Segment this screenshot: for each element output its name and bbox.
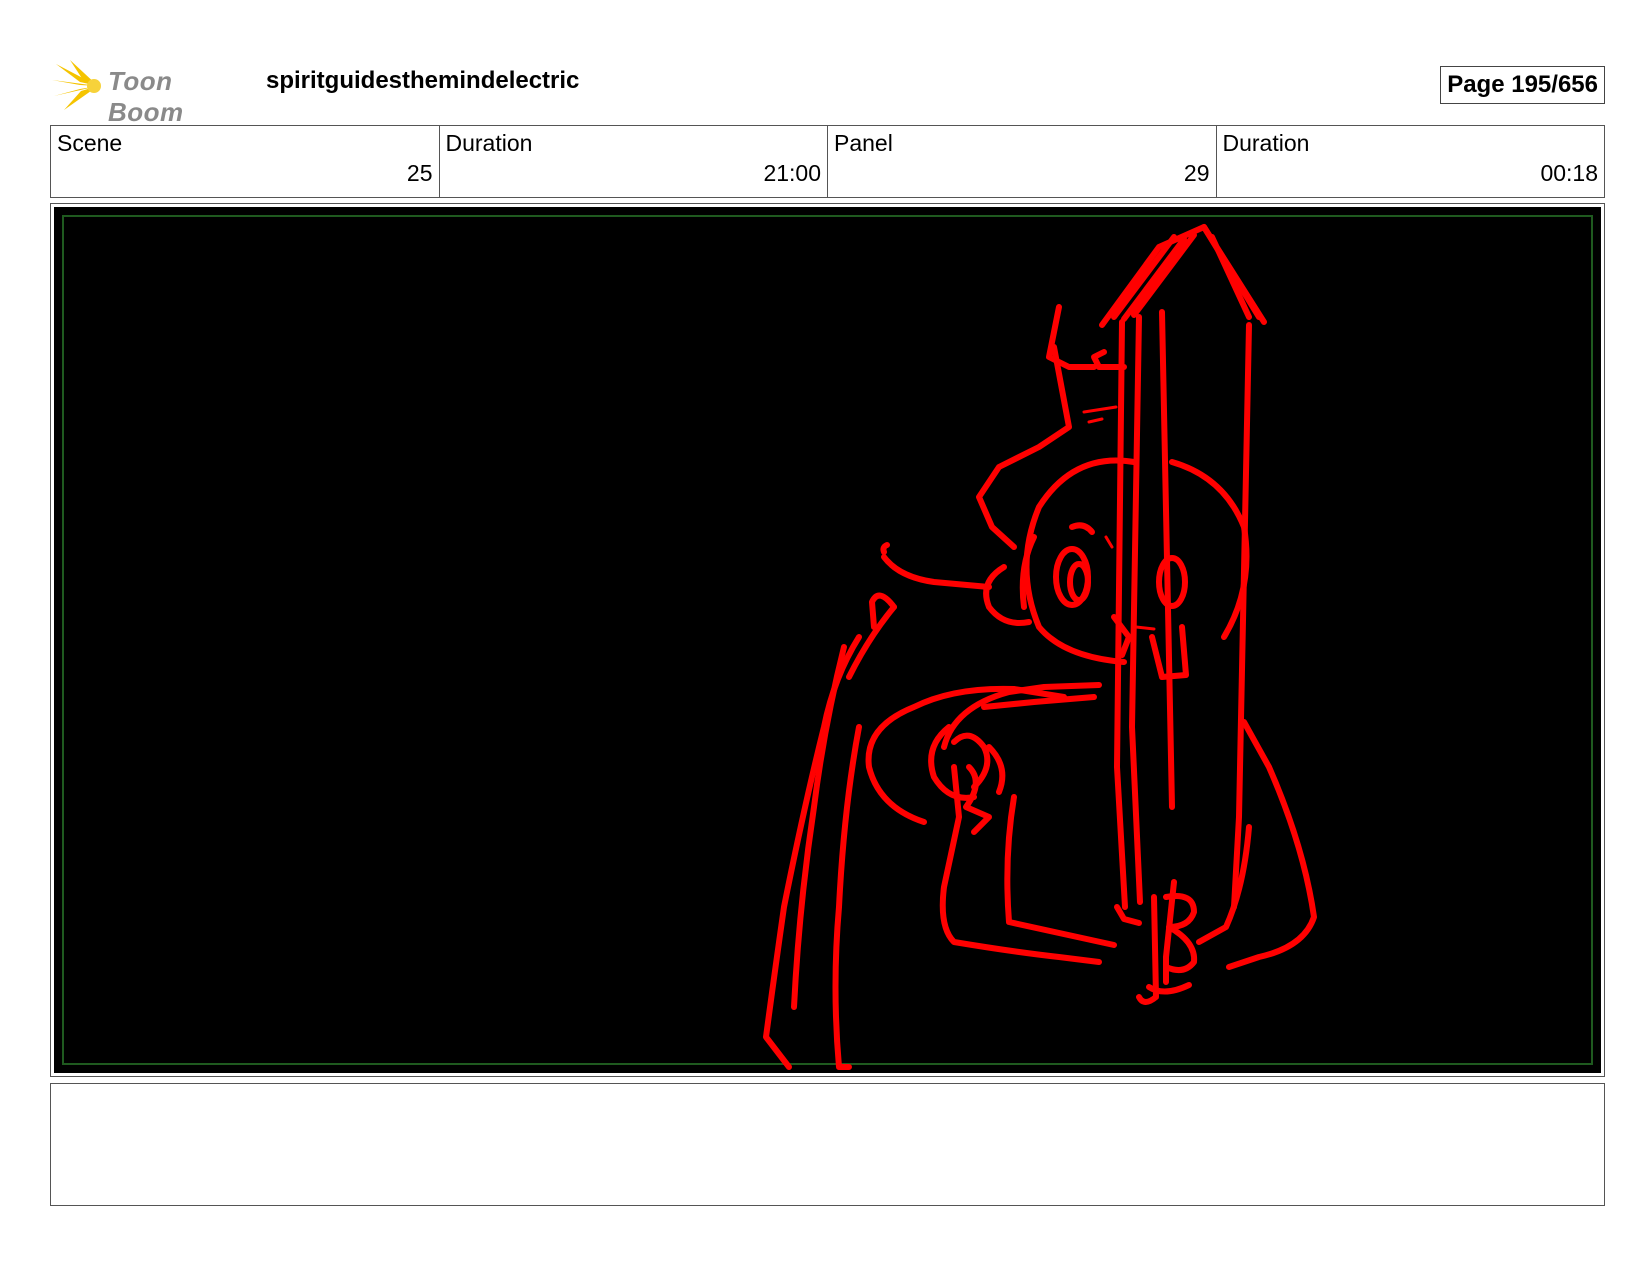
scene-duration-label: Duration [445,130,533,156]
project-title: spiritguidesthemindelectric [266,67,580,94]
scene-label: Scene [57,130,123,156]
panel-duration-label: Duration [1222,130,1310,156]
notes-box [50,1083,1605,1206]
scene-info-table: Scene 25 Duration 21:00 Panel 29 Duratio… [50,125,1605,198]
panel-frame [50,203,1605,1077]
panel-duration-cell: Duration 00:18 [1217,126,1605,197]
scene-cell: Scene 25 [51,126,440,197]
toon-boom-logo: Toon Boom [50,56,250,127]
panel-image [54,207,1601,1073]
panel-cell: Panel 29 [828,126,1217,197]
panel-duration-value: 00:18 [1540,160,1598,186]
burst-icon [52,60,101,110]
panel-label: Panel [834,130,893,156]
scene-duration-cell: Duration 21:00 [440,126,828,197]
page-number: Page 195/656 [1440,66,1605,104]
storyboard-header: Toon Boom spiritguidesthemindelectric Pa… [50,56,1605,127]
scene-value: 25 [406,160,433,186]
panel-value: 29 [1183,160,1210,186]
scene-duration-value: 21:00 [763,160,821,186]
logo-wordmark: Toon Boom [108,66,184,127]
sketch-drawing [763,224,1317,1070]
